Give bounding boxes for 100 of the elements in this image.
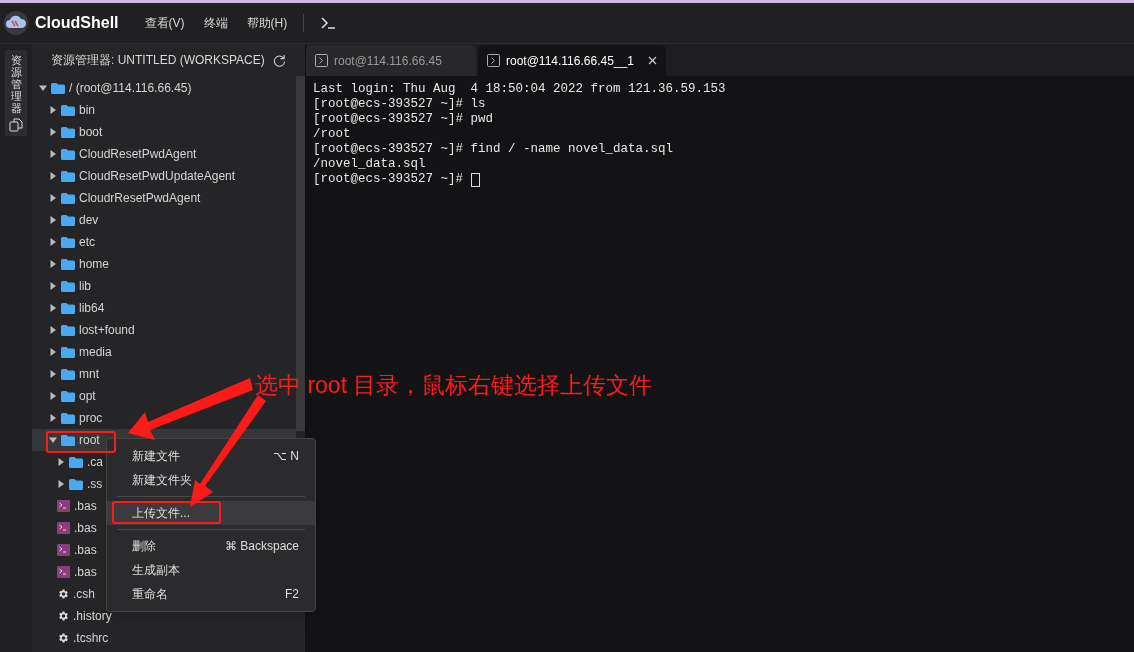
folder-icon <box>61 236 75 248</box>
folder-icon <box>61 148 75 160</box>
folder-icon <box>69 456 83 468</box>
tree-item[interactable]: CloudrResetPwdAgent <box>32 187 205 209</box>
caret-right-icon <box>49 370 57 378</box>
tree-item[interactable]: opt <box>32 385 100 407</box>
tree-item[interactable]: .ca <box>32 451 107 473</box>
gear-icon <box>57 610 69 622</box>
terminal-file-icon <box>57 522 70 534</box>
folder-icon <box>61 126 75 138</box>
menu-item[interactable]: 查看(V) <box>144 14 185 32</box>
caret-right-icon <box>49 414 57 422</box>
cursor-icon <box>470 172 480 187</box>
app-title: CloudShell <box>35 13 119 33</box>
caret-right-icon <box>49 194 57 202</box>
caret-right-icon <box>57 458 65 466</box>
caret-right-icon <box>49 304 57 312</box>
caret-down-icon <box>49 436 57 444</box>
terminal-line: [root@ecs-393527 ~]# find / -name novel_data.sql <box>313 142 674 157</box>
folder-icon <box>61 346 75 358</box>
terminal-line: Last login: Thu Aug 4 18:50:04 2022 from 121.36.59.153 <box>313 82 726 97</box>
annotation-text: 选中 root 目录，鼠标右键选择上传文件 <box>255 371 653 400</box>
tree-item[interactable]: .ss <box>32 473 107 495</box>
tree-item[interactable]: .bas <box>32 495 101 517</box>
terminal-file-icon <box>57 544 70 556</box>
folder-icon <box>61 192 75 204</box>
tree-item[interactable]: home <box>32 253 114 275</box>
menu-item[interactable]: 新建文件夹 <box>107 468 315 492</box>
tree-item[interactable]: etc <box>32 231 99 253</box>
terminal-line: [root@ecs-393527 ~]# ls <box>313 97 486 112</box>
gear-icon <box>57 632 69 644</box>
explorer-title: 资源管理器: UNTITLED (WORKSPACE) <box>51 52 265 69</box>
folder-icon <box>61 170 75 182</box>
caret-right-icon <box>49 392 57 400</box>
terminal-file-icon <box>57 500 70 512</box>
annotation-box <box>46 431 116 453</box>
terminal-file-icon <box>57 566 70 578</box>
caret-right-icon <box>49 282 57 290</box>
folder-icon <box>69 478 83 490</box>
tree-item[interactable]: bin <box>32 99 99 121</box>
folder-icon <box>61 434 75 446</box>
caret-right-icon <box>49 260 57 268</box>
menu-item[interactable]: 帮助(H) <box>246 14 288 32</box>
menu-item[interactable]: 终端 <box>203 14 228 32</box>
tree-item[interactable]: lost+found <box>32 319 139 341</box>
folder-icon <box>61 258 75 270</box>
tree-item[interactable]: CloudResetPwdAgent <box>32 143 201 165</box>
tree-item[interactable]: lib <box>32 275 95 297</box>
tree-item[interactable]: .bas <box>32 517 101 539</box>
tree-item[interactable]: CloudResetPwdUpdateAgent <box>32 165 240 187</box>
folder-icon <box>61 104 75 116</box>
terminal-icon <box>487 54 500 67</box>
folder-icon <box>61 324 75 336</box>
tree-item[interactable]: boot <box>32 121 107 143</box>
caret-right-icon <box>49 348 57 356</box>
menu-item[interactable]: 重命名 F2 <box>107 582 315 606</box>
menu-item[interactable]: 新建文件 ⌥ N <box>107 444 315 468</box>
copy-icon <box>9 118 23 133</box>
terminal-icon[interactable] <box>321 17 336 29</box>
tree-item[interactable]: .history <box>32 605 116 627</box>
terminal-line: /novel_data.sql <box>313 157 426 172</box>
tree-item[interactable]: dev <box>32 209 103 231</box>
folder-icon <box>61 214 75 226</box>
refresh-icon[interactable] <box>273 53 286 67</box>
tree-item[interactable]: media <box>32 341 116 363</box>
close-icon[interactable] <box>648 56 657 65</box>
folder-icon <box>61 390 75 402</box>
terminal-line: /root <box>313 127 351 142</box>
terminal-line: [root@ecs-393527 ~]# pwd <box>313 112 494 127</box>
folder-icon <box>61 412 75 424</box>
caret-right-icon <box>49 106 57 114</box>
explorer-tab[interactable]: 资源管理器 <box>5 50 27 137</box>
folder-icon <box>61 280 75 292</box>
cloud-logo-icon <box>3 10 29 36</box>
caret-right-icon <box>49 326 57 334</box>
caret-right-icon <box>49 150 57 158</box>
tree-item[interactable]: .csh <box>32 583 99 605</box>
folder-icon <box>61 368 75 380</box>
caret-right-icon <box>49 216 57 224</box>
caret-right-icon <box>49 172 57 180</box>
tree-item[interactable]: .tcshrc <box>32 627 113 649</box>
tree-item[interactable]: / (root@114.116.66.45) <box>32 77 196 99</box>
scrollbar-thumb[interactable] <box>296 76 305 431</box>
tree-item[interactable]: mnt <box>32 363 103 385</box>
tree-item[interactable]: lib64 <box>32 297 109 319</box>
tree-item[interactable]: .bas <box>32 539 101 561</box>
terminal-tab[interactable]: root@114.116.66.45__1 <box>478 45 666 76</box>
caret-right-icon <box>57 480 65 488</box>
gear-icon <box>57 588 69 600</box>
folder-icon <box>51 82 65 94</box>
terminal-line: [root@ecs-393527 ~]# <box>313 172 465 187</box>
tree-item[interactable]: .bas <box>32 561 101 583</box>
tree-item[interactable]: proc <box>32 407 107 429</box>
terminal-tab[interactable]: root@114.116.66.45 <box>306 45 476 76</box>
menu-item[interactable]: 生成副本 <box>107 558 315 582</box>
menu-item[interactable]: 删除 ⌘ Backspace <box>107 534 315 558</box>
caret-right-icon <box>49 128 57 136</box>
caret-right-icon <box>49 238 57 246</box>
folder-icon <box>61 302 75 314</box>
menu-item[interactable]: 上传文件... <box>107 501 315 525</box>
